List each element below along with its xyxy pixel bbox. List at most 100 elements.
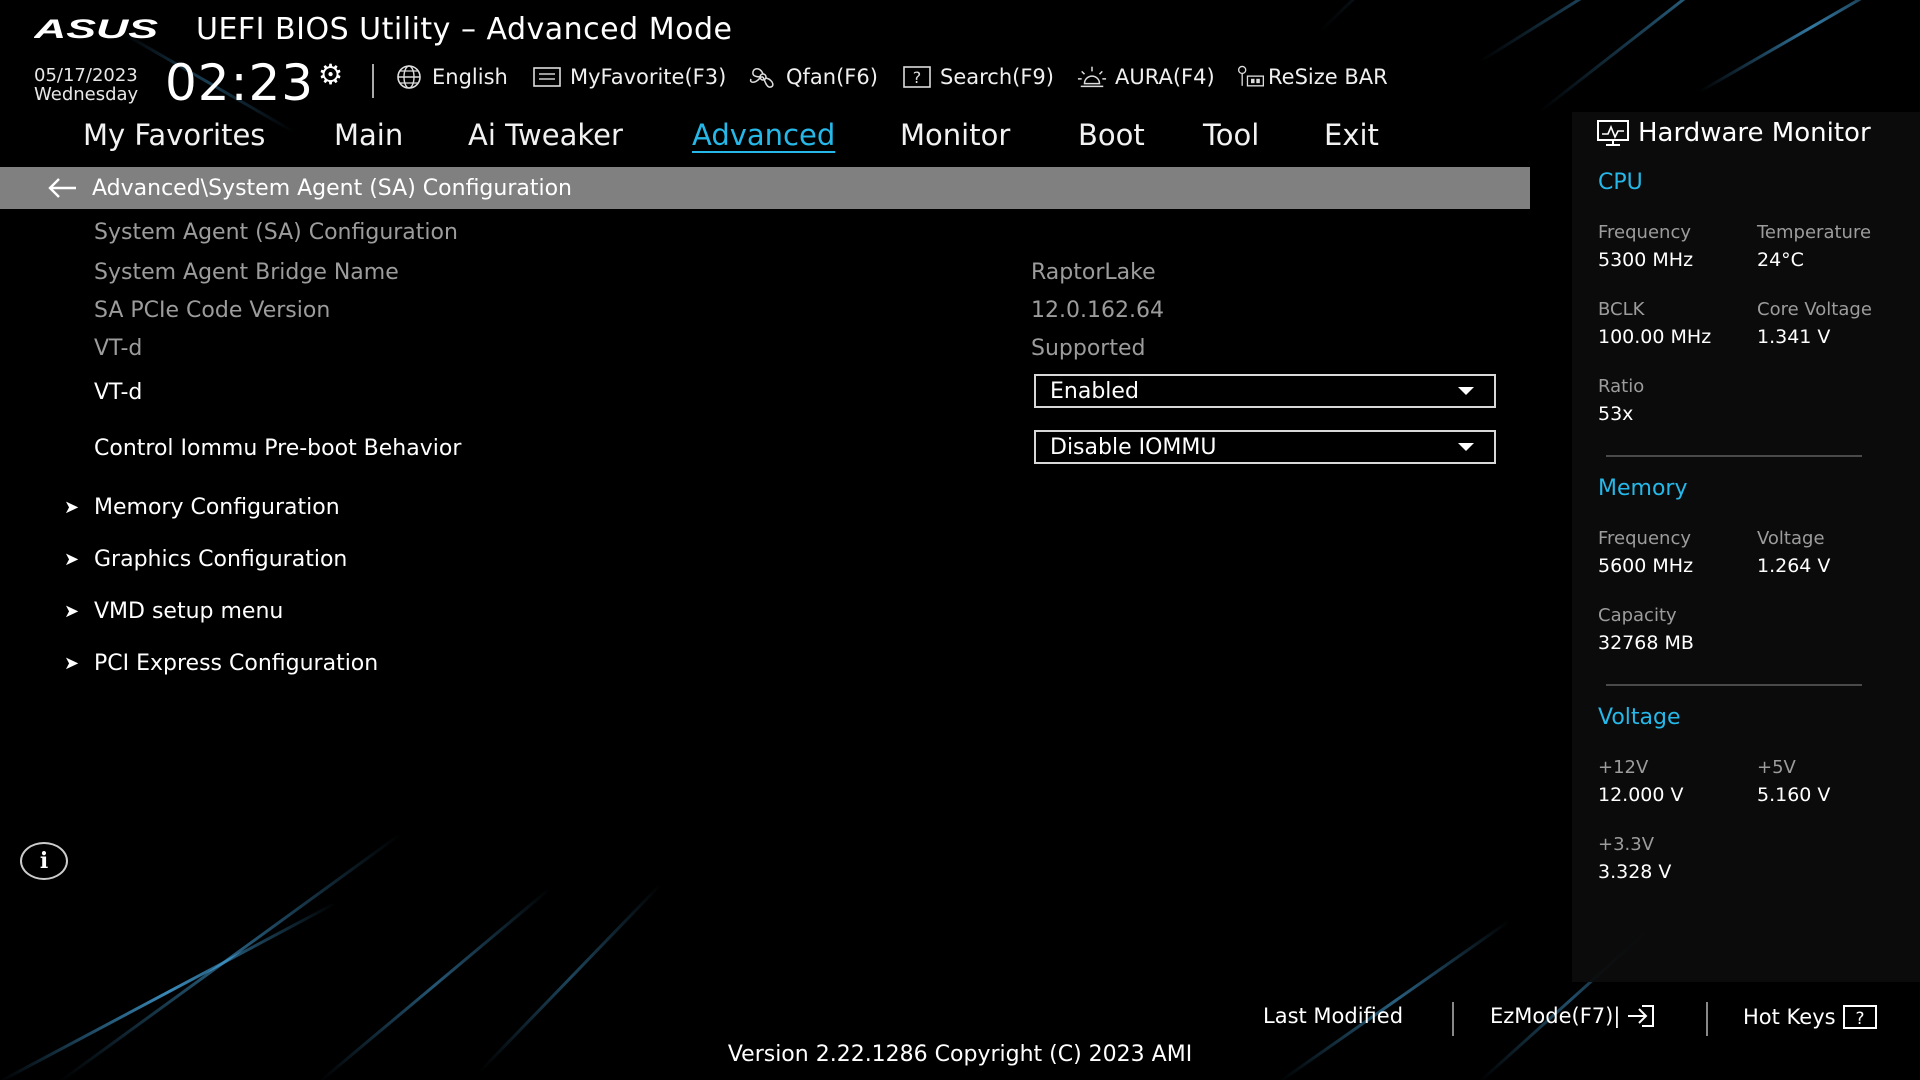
page-title: UEFI BIOS Utility – Advanced Mode — [196, 12, 733, 47]
svg-text:?: ? — [913, 68, 922, 87]
qfan-button[interactable]: Qfan(F6) — [748, 64, 878, 90]
hardware-monitor-panel: Hardware Monitor CPU Frequency Temperatu… — [1572, 112, 1920, 982]
v5-value: 5.160 V — [1757, 784, 1831, 806]
tab-main[interactable]: Main — [334, 118, 403, 152]
back-arrow-icon[interactable] — [46, 176, 78, 200]
tab-advanced[interactable]: Advanced — [692, 118, 835, 152]
globe-icon — [394, 64, 424, 90]
iommu-option-label: Control Iommu Pre-boot Behavior — [94, 436, 462, 461]
settings-panel: System Agent (SA) Configuration System A… — [0, 212, 1530, 972]
weekday-text: Wednesday — [34, 84, 139, 105]
info-value: Supported — [1031, 336, 1146, 361]
memory-heading: Memory — [1598, 476, 1688, 501]
hardware-monitor-title-text: Hardware Monitor — [1638, 118, 1871, 148]
submenu-label: VMD setup menu — [94, 599, 284, 624]
cpu-temperature-label: Temperature — [1757, 222, 1872, 243]
v12-label: +12V — [1598, 757, 1649, 778]
cpu-heading: CPU — [1598, 170, 1643, 195]
submenu-graphics-configuration[interactable]: ➤ Graphics Configuration — [64, 547, 347, 572]
tab-my-favorites[interactable]: My Favorites — [83, 118, 265, 152]
svg-text:?: ? — [1855, 1009, 1864, 1029]
submenu-label: Memory Configuration — [94, 495, 340, 520]
exit-to-ezmode-icon — [1628, 1005, 1655, 1027]
memory-capacity-label: Capacity — [1598, 605, 1677, 626]
tab-boot[interactable]: Boot — [1078, 118, 1145, 152]
footer-divider — [1706, 1002, 1708, 1036]
myfavorite-button[interactable]: MyFavorite(F3) — [532, 64, 726, 90]
iommu-dropdown-value: Disable IOMMU — [1050, 434, 1217, 460]
info-label: System Agent Bridge Name — [94, 260, 399, 285]
tab-tool[interactable]: Tool — [1203, 118, 1259, 152]
tab-exit[interactable]: Exit — [1324, 118, 1379, 152]
v33-label: +3.3V — [1598, 834, 1655, 855]
core-voltage-value: 1.341 V — [1757, 326, 1831, 348]
vtd-dropdown-value: Enabled — [1050, 378, 1139, 404]
chevron-right-icon: ➤ — [64, 653, 80, 674]
ezmode-button[interactable]: EzMode(F7)| — [1490, 1004, 1656, 1028]
resize-bar-button[interactable]: ReSize BAR — [1236, 64, 1388, 90]
breadcrumb-path: Advanced\System Agent (SA) Configuration — [92, 175, 573, 201]
core-voltage-label: Core Voltage — [1757, 299, 1872, 320]
memory-voltage-label: Voltage — [1757, 528, 1825, 549]
cpu-frequency-label: Frequency — [1598, 222, 1691, 243]
iommu-dropdown[interactable]: Disable IOMMU — [1034, 430, 1496, 464]
cpu-temperature-value: 24°C — [1757, 249, 1804, 271]
bclk-value: 100.00 MHz — [1598, 326, 1712, 348]
info-value: RaptorLake — [1031, 260, 1156, 285]
info-value: 12.0.162.64 — [1031, 298, 1164, 323]
version-copyright: Version 2.22.1286 Copyright (C) 2023 AMI — [727, 1042, 1193, 1067]
myfavorite-label: MyFavorite(F3) — [570, 65, 727, 89]
hot-keys-label: Hot Keys — [1743, 1005, 1836, 1029]
monitor-icon — [1597, 120, 1629, 146]
memory-capacity-value: 32768 MB — [1598, 632, 1694, 654]
resize-bar-label: ReSize BAR — [1268, 65, 1388, 89]
asus-logo: ASUS — [34, 16, 158, 42]
memory-frequency-value: 5600 MHz — [1598, 555, 1694, 577]
tab-monitor[interactable]: Monitor — [900, 118, 1010, 152]
fan-icon — [748, 64, 778, 90]
search-help-icon: ? — [902, 64, 932, 90]
footer-divider — [1452, 1002, 1454, 1036]
aura-button[interactable]: AURA(F4) — [1077, 64, 1215, 90]
vtd-option-label: VT-d — [94, 380, 143, 405]
language-label: English — [432, 65, 508, 89]
tab-ai-tweaker[interactable]: Ai Tweaker — [468, 118, 623, 152]
resize-bar-icon — [1236, 64, 1266, 90]
submenu-memory-configuration[interactable]: ➤ Memory Configuration — [64, 495, 340, 520]
clock-display[interactable]: 02:23 — [165, 54, 314, 112]
submenu-pci-express-configuration[interactable]: ➤ PCI Express Configuration — [64, 651, 378, 676]
info-label: SA PCIe Code Version — [94, 298, 331, 323]
submenu-label: Graphics Configuration — [94, 547, 348, 572]
v5-label: +5V — [1757, 757, 1796, 778]
v12-value: 12.000 V — [1598, 784, 1684, 806]
top-bar: ASUS UEFI BIOS Utility – Advanced Mode 0… — [0, 0, 1920, 112]
search-button[interactable]: ? Search(F9) — [902, 64, 1054, 90]
gear-icon[interactable]: ⚙ — [318, 58, 343, 91]
svg-text:ASUS: ASUS — [34, 16, 158, 42]
main-nav: My Favorites Main Ai Tweaker Advanced Mo… — [0, 112, 1570, 168]
date-text: 05/17/2023 — [34, 65, 138, 86]
submenu-label: PCI Express Configuration — [94, 651, 379, 676]
section-divider — [1606, 455, 1862, 457]
date-display: 05/17/2023 Wednesday — [34, 66, 138, 104]
cpu-frequency-value: 5300 MHz — [1598, 249, 1694, 271]
chevron-right-icon: ➤ — [64, 601, 80, 622]
qfan-label: Qfan(F6) — [786, 65, 878, 89]
favorite-icon — [532, 64, 562, 90]
memory-voltage-value: 1.264 V — [1757, 555, 1831, 577]
last-modified-button[interactable]: Last Modified — [1263, 1004, 1403, 1028]
language-button[interactable]: English — [394, 64, 508, 90]
vtd-dropdown[interactable]: Enabled — [1034, 374, 1496, 408]
chevron-down-icon — [1458, 443, 1474, 451]
v33-value: 3.328 V — [1598, 861, 1672, 883]
search-label: Search(F9) — [940, 65, 1054, 89]
ratio-label: Ratio — [1598, 376, 1645, 397]
chevron-right-icon: ➤ — [64, 549, 80, 570]
hot-keys-button[interactable]: Hot Keys ? — [1743, 1004, 1878, 1030]
help-icon: ? — [1842, 1005, 1877, 1029]
ratio-value: 53x — [1598, 403, 1634, 425]
info-icon[interactable]: i — [20, 842, 68, 880]
aura-label: AURA(F4) — [1115, 65, 1215, 89]
breadcrumb: Advanced\System Agent (SA) Configuration — [0, 167, 1530, 209]
submenu-vmd-setup[interactable]: ➤ VMD setup menu — [64, 599, 283, 624]
